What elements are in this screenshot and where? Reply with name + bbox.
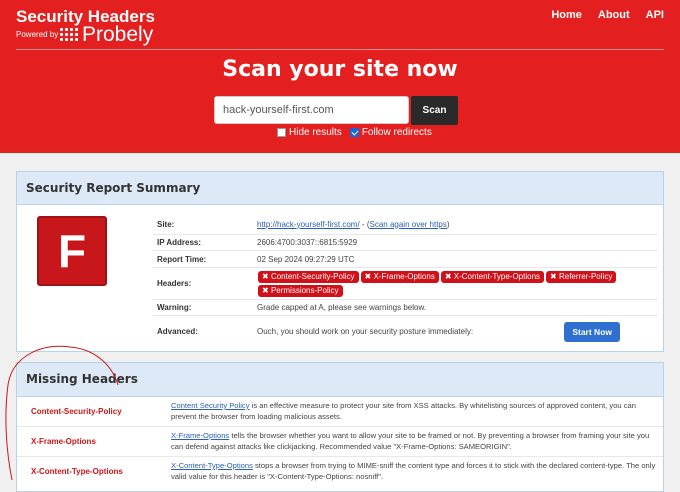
hide-results-label: Hide results xyxy=(289,127,342,138)
scan-button[interactable]: Scan xyxy=(411,96,458,125)
missing-headers-title: Missing Headers xyxy=(17,363,663,397)
nav-api[interactable]: API xyxy=(646,9,664,21)
headers-label: Headers: xyxy=(157,279,192,288)
nav-home[interactable]: Home xyxy=(551,9,582,21)
header-pill: ✖ Permissions-Policy xyxy=(258,284,343,297)
ip-row: IP Address: 2606:4700:3037::6815:5929 xyxy=(153,235,658,251)
powered-by-label: Powered by xyxy=(16,30,59,39)
scan-title: Scan your site now xyxy=(222,57,458,82)
headers-pills: ✖ Content-Security-Policy ✖ X-Frame-Optio… xyxy=(257,270,658,298)
report-time-row: Report Time: 02 Sep 2024 09:27:29 UTC xyxy=(153,251,658,268)
missing-headers-panel: Missing Headers Content-Security-Policy … xyxy=(16,362,664,492)
report-time-value: 02 Sep 2024 09:27:29 UTC xyxy=(257,254,355,264)
follow-redirects-option[interactable]: Follow redirects xyxy=(349,127,432,138)
header-pill: ✖ Content-Security-Policy xyxy=(258,270,359,283)
missing-header-text: tells the browser whether you want to al… xyxy=(171,431,650,451)
ip-value: 2606:4700:3037::6815:5929 xyxy=(257,238,358,247)
missing-header-row: X-Content-Type-Options X-Content-Type-Op… xyxy=(17,457,663,486)
missing-header-desc: X-Content-Type-Options stops a browser f… xyxy=(171,457,663,486)
missing-header-link[interactable]: X-Content-Type-Options xyxy=(171,461,253,470)
probely-wordmark: Probely xyxy=(82,23,154,46)
report-time-label: Report Time: xyxy=(157,254,207,264)
site-url-link[interactable]: http://hack-yourself-first.com/ xyxy=(257,220,360,229)
missing-header-name: X-Frame-Options xyxy=(31,437,96,446)
nav-about[interactable]: About xyxy=(598,9,630,21)
report-summary-panel: Security Report Summary F Site: http://h… xyxy=(16,171,664,352)
probely-dots-icon xyxy=(60,28,80,42)
summary-table: Site: http://hack-yourself-first.com/ - … xyxy=(153,214,658,346)
warning-row: Warning: Grade capped at A, please see w… xyxy=(153,300,658,316)
headers-row: Headers: ✖ Content-Security-Policy ✖ X-Fr… xyxy=(153,268,658,300)
ip-label: IP Address: xyxy=(157,238,202,247)
missing-header-name: X-Content-Type-Options xyxy=(31,467,123,476)
start-now-button[interactable]: Start Now xyxy=(564,322,620,342)
probely-logo[interactable]: Probely xyxy=(60,23,154,46)
missing-header-name: Content-Security-Policy xyxy=(31,407,122,416)
missing-header-desc: Content Security Policy is an effective … xyxy=(171,397,663,426)
header-pill: ✖ Referrer-Policy xyxy=(546,270,617,283)
warning-label: Warning: xyxy=(157,303,192,312)
scan-options: Hide results Follow redirects xyxy=(277,127,440,138)
grade-badge: F xyxy=(37,216,107,286)
scan-url-input[interactable]: hack-yourself-first.com xyxy=(214,96,409,124)
missing-header-link[interactable]: X-Frame-Options xyxy=(171,431,229,440)
missing-header-row: Content-Security-Policy Content Security… xyxy=(17,397,663,427)
header-pill: ✖ X-Content-Type-Options xyxy=(440,270,545,283)
missing-header-row: X-Frame-Options X-Frame-Options tells th… xyxy=(17,427,663,457)
header-divider xyxy=(16,49,664,50)
site-value: http://hack-yourself-first.com/ - (Scan … xyxy=(257,220,658,229)
report-summary-title: Security Report Summary xyxy=(17,172,663,205)
hide-results-option[interactable]: Hide results xyxy=(277,127,342,138)
scan-again-https-link[interactable]: Scan again over https xyxy=(369,220,446,229)
follow-redirects-label: Follow redirects xyxy=(361,127,432,138)
header-pill: ✖ X-Frame-Options xyxy=(360,270,439,283)
missing-header-desc: X-Frame-Options tells the browser whethe… xyxy=(171,427,663,456)
header-banner: Security Headers Powered by Probely Home… xyxy=(0,0,680,153)
warning-value: Grade capped at A, please see warnings b… xyxy=(257,303,426,312)
hide-results-checkbox[interactable] xyxy=(277,128,286,137)
advanced-label: Advanced: xyxy=(157,326,198,336)
advanced-row: Advanced: Ouch, you should work on your … xyxy=(153,316,658,346)
site-close-paren: ) xyxy=(446,219,450,229)
follow-redirects-checkbox[interactable] xyxy=(349,128,359,137)
site-row: Site: http://hack-yourself-first.com/ - … xyxy=(153,214,658,235)
top-nav: Home About API xyxy=(551,9,680,21)
site-label: Site: xyxy=(157,219,175,229)
missing-header-link[interactable]: Content Security Policy xyxy=(171,401,250,410)
